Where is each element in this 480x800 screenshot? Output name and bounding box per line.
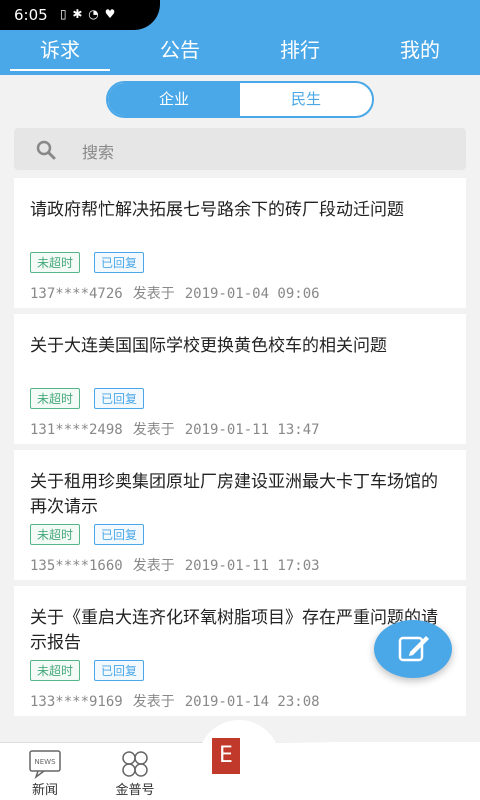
status-badge-timeout: 未超时 [30,660,81,681]
post-meta: 135****1660 发表于 2019-01-11 17:03 [30,555,450,575]
post-card[interactable]: 请政府帮忙解决拓展七号路余下的砖厂段动迁问题 未超时 已回复 137****47… [14,178,466,308]
tab-announcement[interactable]: 公告 [120,30,240,75]
post-user: 133****9169 [30,694,123,710]
status-badge-replied: 已回复 [94,388,145,409]
status-badge-timeout: 未超时 [30,252,81,273]
post-date-prefix: 发表于 [132,286,175,302]
post-user: 131****2498 [30,422,123,438]
tab-appeal[interactable]: 诉求 [0,30,120,75]
edit-icon [398,636,429,662]
post-title: 请政府帮忙解决拓展七号路余下的砖厂段动迁问题 [30,200,404,220]
post-title: 关于租用珍奥集团原址厂房建设亚洲最大卡丁车场馆的再次请示 [30,472,438,517]
segment-livelihood[interactable]: 民生 [240,83,372,116]
status-badge-timeout: 未超时 [30,388,81,409]
status-bar: 6:05 ▯ ✱ ◔ ♥ [0,0,480,30]
segment-enterprise[interactable]: 企业 [108,83,240,116]
tab-ranking[interactable]: 排行 [240,30,360,75]
status-time: 6:05 [14,6,48,24]
status-badge-replied: 已回复 [94,252,145,273]
bottom-fade-overlay [240,742,480,800]
post-meta: 133****9169 发表于 2019-01-14 23:08 [30,691,450,711]
bottom-tab-jinpu-label: 金普号 [115,783,155,798]
bottom-tab-jinpu[interactable]: 金普号 [90,743,180,800]
post-card[interactable]: 关于租用珍奥集团原址厂房建设亚洲最大卡丁车场馆的再次请示 未超时 已回复 135… [14,450,466,580]
clover-icon [122,751,148,777]
post-user: 135****1660 [30,558,123,574]
bottom-tab-news[interactable]: NEWS 新闻 [0,743,90,800]
search-icon [36,140,56,160]
news-icon: NEWS [29,750,61,779]
post-date: 2019-01-14 23:08 [184,694,320,710]
post-card[interactable]: 关于大连美国国际学校更换黄色校车的相关问题 未超时 已回复 131****249… [14,314,466,444]
category-segment: 企业 民生 [106,81,374,118]
post-date: 2019-01-04 09:06 [184,286,320,302]
svg-text:NEWS: NEWS [34,758,56,766]
post-title: 关于大连美国国际学校更换黄色校车的相关问题 [30,336,387,356]
post-user: 137****4726 [30,286,123,302]
civility-logo: E [212,738,240,774]
tab-mine[interactable]: 我的 [360,30,480,75]
search-input[interactable]: 搜索 [82,139,114,163]
search-bar[interactable]: 搜索 [14,128,466,170]
status-badge-timeout: 未超时 [30,524,81,545]
post-meta: 137****4726 发表于 2019-01-04 09:06 [30,283,450,303]
status-badge-replied: 已回复 [94,660,145,681]
bottom-tab-news-label: 新闻 [31,783,58,798]
post-meta: 131****2498 发表于 2019-01-11 13:47 [30,419,450,439]
post-date-prefix: 发表于 [132,558,175,574]
status-icons: ▯ ✱ ◔ ♥ [60,7,117,21]
post-date-prefix: 发表于 [132,694,175,710]
top-nav: 诉求 公告 排行 我的 [0,30,480,75]
post-date: 2019-01-11 17:03 [184,558,320,574]
compose-button[interactable] [374,620,452,678]
post-date-prefix: 发表于 [132,422,175,438]
post-date: 2019-01-11 13:47 [184,422,320,438]
status-badge-replied: 已回复 [94,524,145,545]
